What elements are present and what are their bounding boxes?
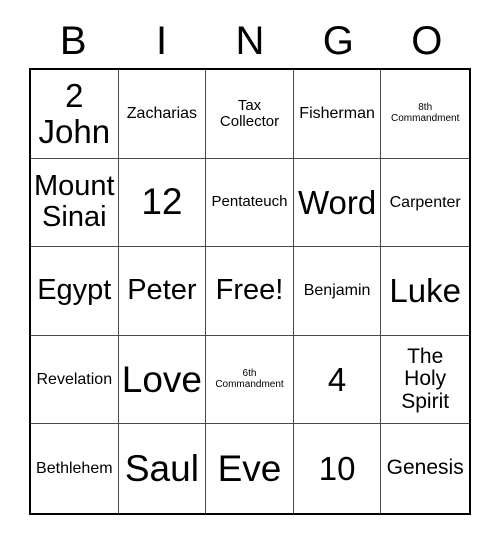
header-letter-text: N xyxy=(235,19,265,63)
bingo-cell-label: Egypt xyxy=(37,274,112,307)
bingo-cell-label: The Holy Spirit xyxy=(401,344,450,413)
bingo-cell[interactable]: Eve xyxy=(206,424,294,513)
bingo-cell[interactable]: Free! xyxy=(206,247,294,336)
bingo-cell[interactable]: 6th Commandment xyxy=(206,335,294,425)
header-letter-b: B xyxy=(29,14,117,68)
bingo-cell[interactable]: Luke xyxy=(381,247,469,336)
header-letter-o: O xyxy=(383,14,471,68)
bingo-cell-label: Revelation xyxy=(36,370,113,388)
bingo-cell-label: Peter xyxy=(127,274,197,307)
bingo-grid: 2 John Zacharias Tax Collector Fisherman 8th… xyxy=(29,68,471,515)
bingo-cell-label: Bethlehem xyxy=(36,460,113,478)
bingo-cell-label: Pentateuch xyxy=(211,193,288,211)
bingo-cell[interactable]: 12 xyxy=(118,158,207,248)
header-letter-text: B xyxy=(59,19,87,63)
bingo-cell-label: Word xyxy=(297,183,377,221)
bingo-cell[interactable]: Carpenter xyxy=(381,158,469,248)
bingo-cell[interactable]: 8th Commandment xyxy=(381,70,469,159)
bingo-cell[interactable]: Peter xyxy=(118,247,207,336)
bingo-cell-label: 10 xyxy=(318,449,356,487)
bingo-cell[interactable]: Saul xyxy=(118,424,207,513)
bingo-cell-label: Benjamin xyxy=(303,282,371,300)
bingo-cell[interactable]: Genesis xyxy=(381,424,469,513)
bingo-cell-label: Eve xyxy=(217,447,282,489)
bingo-cell[interactable]: Pentateuch xyxy=(206,158,294,248)
bingo-cell[interactable]: 4 xyxy=(293,335,382,425)
bingo-cell[interactable]: Zacharias xyxy=(118,70,207,159)
bingo-cell[interactable]: Benjamin xyxy=(293,247,382,336)
bingo-cell-label: Fisherman xyxy=(299,105,375,123)
bingo-cell-label: 2 John xyxy=(38,77,111,150)
bingo-cell[interactable]: 2 John xyxy=(31,70,119,159)
bingo-cell[interactable]: Love xyxy=(118,335,207,425)
bingo-cell[interactable]: Revelation xyxy=(31,335,119,425)
bingo-cell-label: Free! xyxy=(215,274,284,307)
bingo-cell[interactable]: The Holy Spirit xyxy=(381,335,469,425)
bingo-cell-label: 6th Commandment xyxy=(215,367,284,390)
bingo-cell[interactable]: 10 xyxy=(293,424,382,513)
bingo-cell-label: Love xyxy=(121,358,202,400)
header-letter-text: O xyxy=(411,19,443,63)
bingo-cell[interactable]: Mount Sinai xyxy=(31,158,119,248)
bingo-cell-label: 4 xyxy=(327,360,347,398)
header-letter-n: N xyxy=(206,14,294,68)
bingo-card: B I N G O 2 John Zacharias Tax Collector Fi… xyxy=(0,0,500,544)
bingo-cell[interactable]: Tax Collector xyxy=(206,70,294,159)
header-letter-text: I xyxy=(156,19,168,63)
bingo-cell-label: Carpenter xyxy=(389,193,461,211)
bingo-cell-label: 8th Commandment xyxy=(391,102,460,124)
bingo-cell-label: Tax Collector xyxy=(219,96,280,130)
bingo-cell-label: 12 xyxy=(141,181,183,223)
bingo-cell-label: Genesis xyxy=(386,456,464,480)
bingo-cell[interactable]: Egypt xyxy=(31,247,119,336)
header-letter-i: I xyxy=(117,14,205,68)
bingo-cell-label: Mount Sinai xyxy=(34,170,115,234)
header-letter-text: G xyxy=(322,19,354,63)
header-letter-g: G xyxy=(294,14,382,68)
bingo-cell-label: Saul xyxy=(124,447,199,489)
bingo-cell-label: Luke xyxy=(389,272,461,310)
bingo-cell[interactable]: Word xyxy=(293,158,382,248)
bingo-cell[interactable]: Fisherman xyxy=(293,70,382,159)
bingo-header-row: B I N G O xyxy=(29,14,471,68)
bingo-cell[interactable]: Bethlehem xyxy=(31,424,119,513)
bingo-cell-label: Zacharias xyxy=(126,105,198,123)
